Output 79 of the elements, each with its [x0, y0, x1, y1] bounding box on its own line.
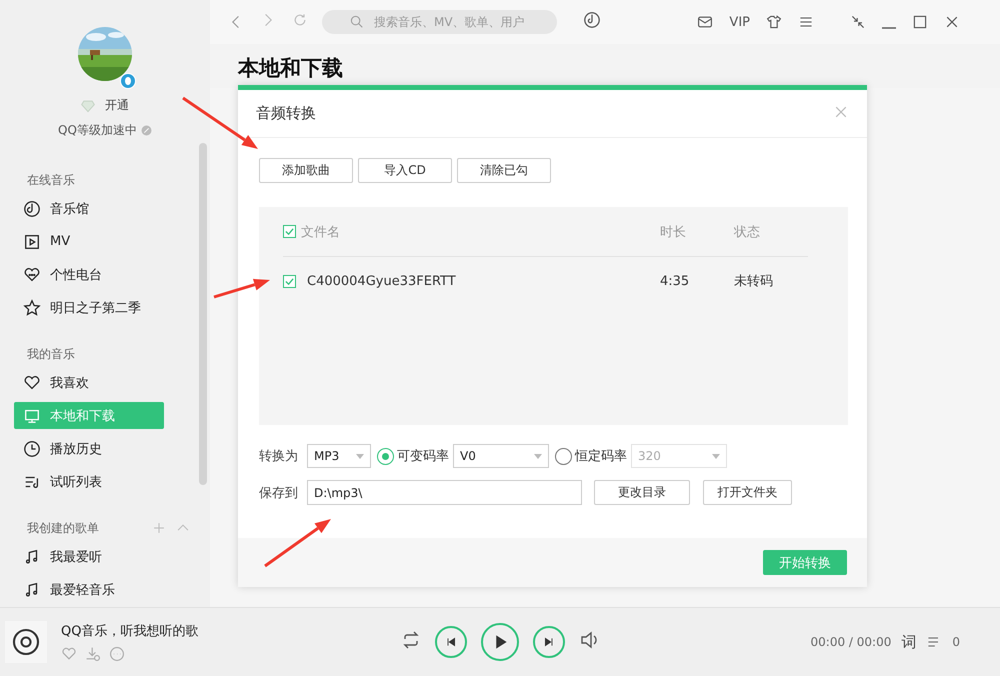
- table-cell: C400004Gyue33FERTT: [307, 274, 456, 288]
- section-title: 我创建的歌单: [27, 520, 99, 536]
- clock-icon: [23, 440, 41, 458]
- column-header: 时长: [660, 224, 686, 240]
- radio-button[interactable]: [555, 448, 572, 464]
- caret-icon: [534, 454, 542, 458]
- song-title: QQ音乐，听我想听的歌: [61, 623, 200, 640]
- checkbox[interactable]: [283, 225, 296, 238]
- radio-label[interactable]: 可变码率: [397, 447, 449, 465]
- annotation-arrow: [264, 519, 331, 568]
- previous-icon: [445, 636, 457, 648]
- path-field[interactable]: D:\mp3\: [307, 480, 582, 505]
- vip-link[interactable]: VIP: [729, 14, 750, 30]
- sidebar-item[interactable]: 明日之子第二季: [14, 294, 164, 321]
- close-icon: [944, 14, 960, 30]
- path-button[interactable]: 打开文件夹: [703, 480, 792, 505]
- download-icon: [85, 646, 101, 662]
- annotation-arrow: [214, 278, 270, 298]
- section-title: 在线音乐: [27, 172, 75, 188]
- disc-icon: [11, 627, 41, 657]
- music-hall-icon: [23, 200, 41, 218]
- lyrics-button[interactable]: 词: [901, 632, 916, 652]
- field-label: 保存到: [259, 484, 299, 502]
- volume-icon: [579, 630, 599, 650]
- page-title: 本地和下载: [238, 58, 343, 79]
- playlist-count: 0: [952, 635, 960, 649]
- caret-icon: [712, 454, 720, 458]
- field-label: 转换为: [259, 448, 299, 465]
- heart-icon: [23, 266, 41, 284]
- search-icon: [350, 15, 364, 29]
- dialog-title: 音频转换: [256, 104, 316, 123]
- toolbar-button[interactable]: 导入CD: [358, 158, 452, 183]
- shirt-icon: [766, 14, 782, 30]
- maximize-icon: [912, 14, 928, 30]
- sidebar-item[interactable]: 个性电台: [14, 261, 164, 288]
- format-dropdown[interactable]: MP3: [307, 444, 371, 468]
- bitrate-dropdown[interactable]: V0: [453, 444, 549, 468]
- sidebar-item[interactable]: 最爱轻音乐: [14, 576, 164, 603]
- radio-label[interactable]: 恒定码率: [575, 447, 627, 465]
- sidebar-item[interactable]: 音乐馆: [14, 195, 164, 222]
- sidebar-item[interactable]: MV: [14, 228, 164, 255]
- column-header: 文件名: [301, 224, 340, 240]
- more-icon: [109, 646, 125, 662]
- heart-icon: [61, 646, 77, 662]
- repeat-icon: [401, 630, 421, 650]
- section-title: 我的音乐: [27, 346, 75, 362]
- time-display: 00:00 / 00:00: [810, 635, 892, 649]
- diamond-icon: [81, 98, 95, 112]
- refresh-icon: [292, 12, 308, 28]
- toolbar-button[interactable]: 添加歌曲: [259, 158, 353, 183]
- sidebar-item[interactable]: 我喜欢: [14, 369, 164, 396]
- music-disc-icon: [583, 11, 601, 29]
- sidebar-item[interactable]: 试听列表: [14, 468, 164, 495]
- video-icon: [23, 232, 41, 250]
- scrollbar[interactable]: [199, 143, 207, 485]
- level-text[interactable]: QQ等级加速中: [58, 122, 137, 139]
- vip-label[interactable]: 开通: [105, 97, 129, 114]
- column-header: 状态: [734, 224, 760, 240]
- next-icon: [543, 636, 555, 648]
- heart-icon: [23, 374, 41, 392]
- table-cell: 未转码: [734, 274, 773, 289]
- mail-icon: [697, 14, 714, 30]
- penguin-badge-icon: [120, 73, 136, 89]
- caret-icon: [356, 454, 364, 458]
- previous-button[interactable]: [435, 626, 467, 658]
- play-button[interactable]: [481, 623, 519, 661]
- radio-button[interactable]: [377, 448, 394, 464]
- next-button[interactable]: [533, 626, 565, 658]
- sidebar-item[interactable]: 播放历史: [14, 435, 164, 462]
- minimize-icon: [882, 27, 896, 29]
- path-button[interactable]: 更改目录: [594, 480, 690, 505]
- sidebar-item[interactable]: 我最爱听: [14, 543, 164, 570]
- checkbox[interactable]: [283, 274, 296, 288]
- star-icon: [23, 298, 41, 316]
- rocket-icon: [140, 125, 152, 136]
- mini-mode-icon: [850, 14, 866, 30]
- add-icon: [152, 521, 166, 535]
- toolbar-button[interactable]: 清除已勾: [457, 158, 551, 183]
- table-cell: 4:35: [660, 274, 690, 288]
